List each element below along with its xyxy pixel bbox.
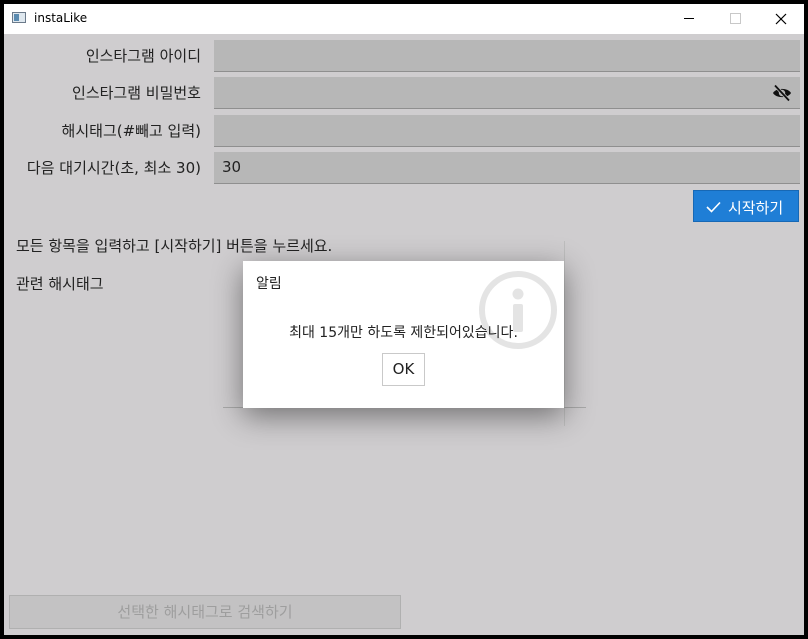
wait-time-input[interactable]: 30: [214, 152, 800, 184]
dialog-frame-edge: [564, 241, 565, 426]
related-hashtags-label: 관련 해시태그: [16, 275, 104, 293]
alert-dialog: 알림 최대 15개만 하도록 제한되어있습니다. OK: [243, 261, 564, 408]
close-button[interactable]: [758, 4, 804, 34]
app-icon: [12, 12, 26, 23]
close-icon: [775, 13, 787, 25]
window-title: instaLike: [34, 11, 88, 25]
status-message: 모든 항목을 입력하고 [시작하기] 버튼을 누르세요.: [16, 237, 333, 255]
title-bar: instaLike: [4, 4, 804, 34]
search-selected-hashtag-button[interactable]: 선택한 해시태그로 검색하기: [9, 595, 401, 629]
ok-button[interactable]: OK: [382, 353, 425, 386]
instagram-password-label: 인스타그램 비밀번호: [72, 84, 201, 102]
instagram-id-input[interactable]: [214, 40, 800, 72]
wait-time-label: 다음 대기시간(초, 최소 30): [26, 159, 201, 177]
dialog-message: 최대 15개만 하도록 제한되어있습니다.: [289, 325, 518, 341]
app-window: instaLike 인스타그램 아이디 인스타그램 비밀번호 해시태그(#빼고 …: [4, 4, 804, 635]
hashtag-label: 해시태그(#빼고 입력): [61, 122, 201, 140]
maximize-button[interactable]: [712, 4, 758, 34]
minimize-button[interactable]: [666, 4, 712, 34]
hashtag-input[interactable]: [214, 115, 800, 147]
instagram-password-input[interactable]: [214, 77, 800, 109]
start-button[interactable]: 시작하기: [693, 190, 799, 222]
eye-slash-icon[interactable]: [772, 84, 792, 102]
start-button-label: 시작하기: [728, 199, 784, 217]
check-icon: [706, 201, 721, 213]
dialog-title: 알림: [256, 276, 282, 292]
instagram-id-label: 인스타그램 아이디: [85, 47, 201, 65]
